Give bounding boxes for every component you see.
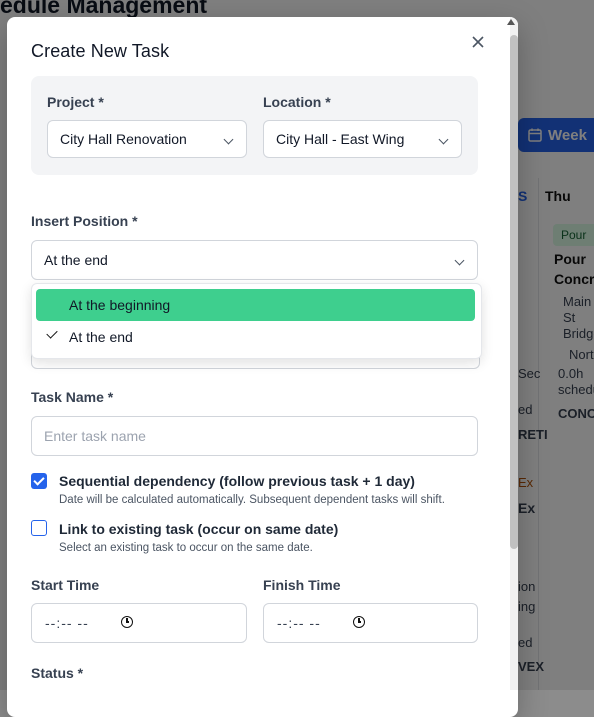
- scroll-up-arrow-icon[interactable]: [507, 19, 515, 25]
- close-button[interactable]: [467, 31, 489, 53]
- clock-icon[interactable]: [121, 616, 133, 628]
- finish-time-value: --:-- --: [277, 615, 321, 631]
- project-value: City Hall Renovation: [60, 131, 187, 147]
- project-select[interactable]: City Hall Renovation: [47, 120, 247, 158]
- link-existing-task-help: Select an existing task to occur on the …: [59, 542, 313, 554]
- chevron-down-icon: [223, 134, 234, 145]
- close-icon: [472, 36, 484, 48]
- location-label: Location *: [263, 94, 331, 110]
- status-label: Status *: [31, 665, 84, 681]
- start-time-label: Start Time: [31, 577, 100, 593]
- start-time-input[interactable]: --:-- --: [31, 603, 247, 643]
- location-value: City Hall - East Wing: [276, 131, 405, 147]
- link-existing-task-checkbox[interactable]: [31, 520, 47, 536]
- project-location-panel: Project * City Hall Renovation Location …: [31, 76, 478, 175]
- chevron-down-icon: [454, 255, 465, 266]
- chevron-down-icon: [438, 134, 449, 145]
- create-task-modal: Create New Task Project * City Hall Reno…: [7, 17, 518, 717]
- checkmark-icon: [46, 327, 58, 339]
- task-name-placeholder: Enter task name: [44, 428, 146, 444]
- option-at-the-end[interactable]: At the end: [36, 321, 475, 353]
- sequential-dependency-help: Date will be calculated automatically. S…: [59, 494, 445, 506]
- start-time-value: --:-- --: [45, 615, 89, 631]
- finish-time-input[interactable]: --:-- --: [263, 603, 478, 643]
- finish-time-label: Finish Time: [263, 577, 341, 593]
- option-label: At the beginning: [69, 297, 171, 313]
- sequential-dependency-checkbox[interactable]: [31, 473, 47, 489]
- insert-position-dropdown: At the beginning At the end: [31, 283, 482, 359]
- link-existing-task-label: Link to existing task (occur on same dat…: [59, 521, 339, 537]
- task-name-label: Task Name *: [31, 389, 114, 405]
- scrollbar-thumb[interactable]: [510, 35, 518, 549]
- insert-position-select[interactable]: At the end: [31, 240, 478, 280]
- insert-position-value: At the end: [44, 252, 108, 268]
- task-name-input[interactable]: Enter task name: [31, 416, 478, 456]
- option-label: At the end: [69, 329, 133, 345]
- project-label: Project *: [47, 94, 104, 110]
- clock-icon[interactable]: [353, 616, 365, 628]
- sequential-dependency-label: Sequential dependency (follow previous t…: [59, 473, 415, 489]
- location-select[interactable]: City Hall - East Wing: [263, 120, 462, 158]
- modal-title: Create New Task: [31, 41, 170, 61]
- insert-position-label: Insert Position *: [31, 213, 138, 229]
- option-at-the-beginning[interactable]: At the beginning: [36, 289, 475, 321]
